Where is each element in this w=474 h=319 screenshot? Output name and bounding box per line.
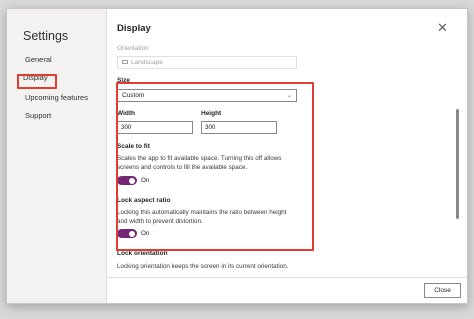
- landscape-icon: [122, 60, 128, 65]
- nav-title: Settings: [23, 29, 69, 43]
- nav-item-upcoming-features[interactable]: Upcoming features: [25, 93, 88, 102]
- orientation-select: Landscape: [117, 56, 297, 69]
- lock-orientation-label: Lock orientation: [117, 250, 168, 257]
- nav-item-general[interactable]: General: [25, 55, 52, 64]
- scrollbar[interactable]: [456, 109, 459, 219]
- orientation-label: Orientation: [117, 45, 149, 52]
- close-icon[interactable]: ✕: [437, 21, 448, 34]
- nav-item-support[interactable]: Support: [25, 111, 51, 120]
- highlight-box-display-nav: [17, 74, 57, 89]
- page-title: Display: [117, 23, 151, 34]
- settings-dialog: Settings General Display Upcoming featur…: [6, 8, 468, 304]
- lock-orientation-description: Locking orientation keeps the screen in …: [117, 263, 289, 270]
- footer-divider: [107, 277, 467, 278]
- highlight-box-display-settings: [116, 82, 314, 251]
- orientation-value: Landscape: [131, 59, 163, 66]
- close-button[interactable]: Close: [424, 283, 461, 298]
- settings-nav: Settings General Display Upcoming featur…: [7, 9, 107, 303]
